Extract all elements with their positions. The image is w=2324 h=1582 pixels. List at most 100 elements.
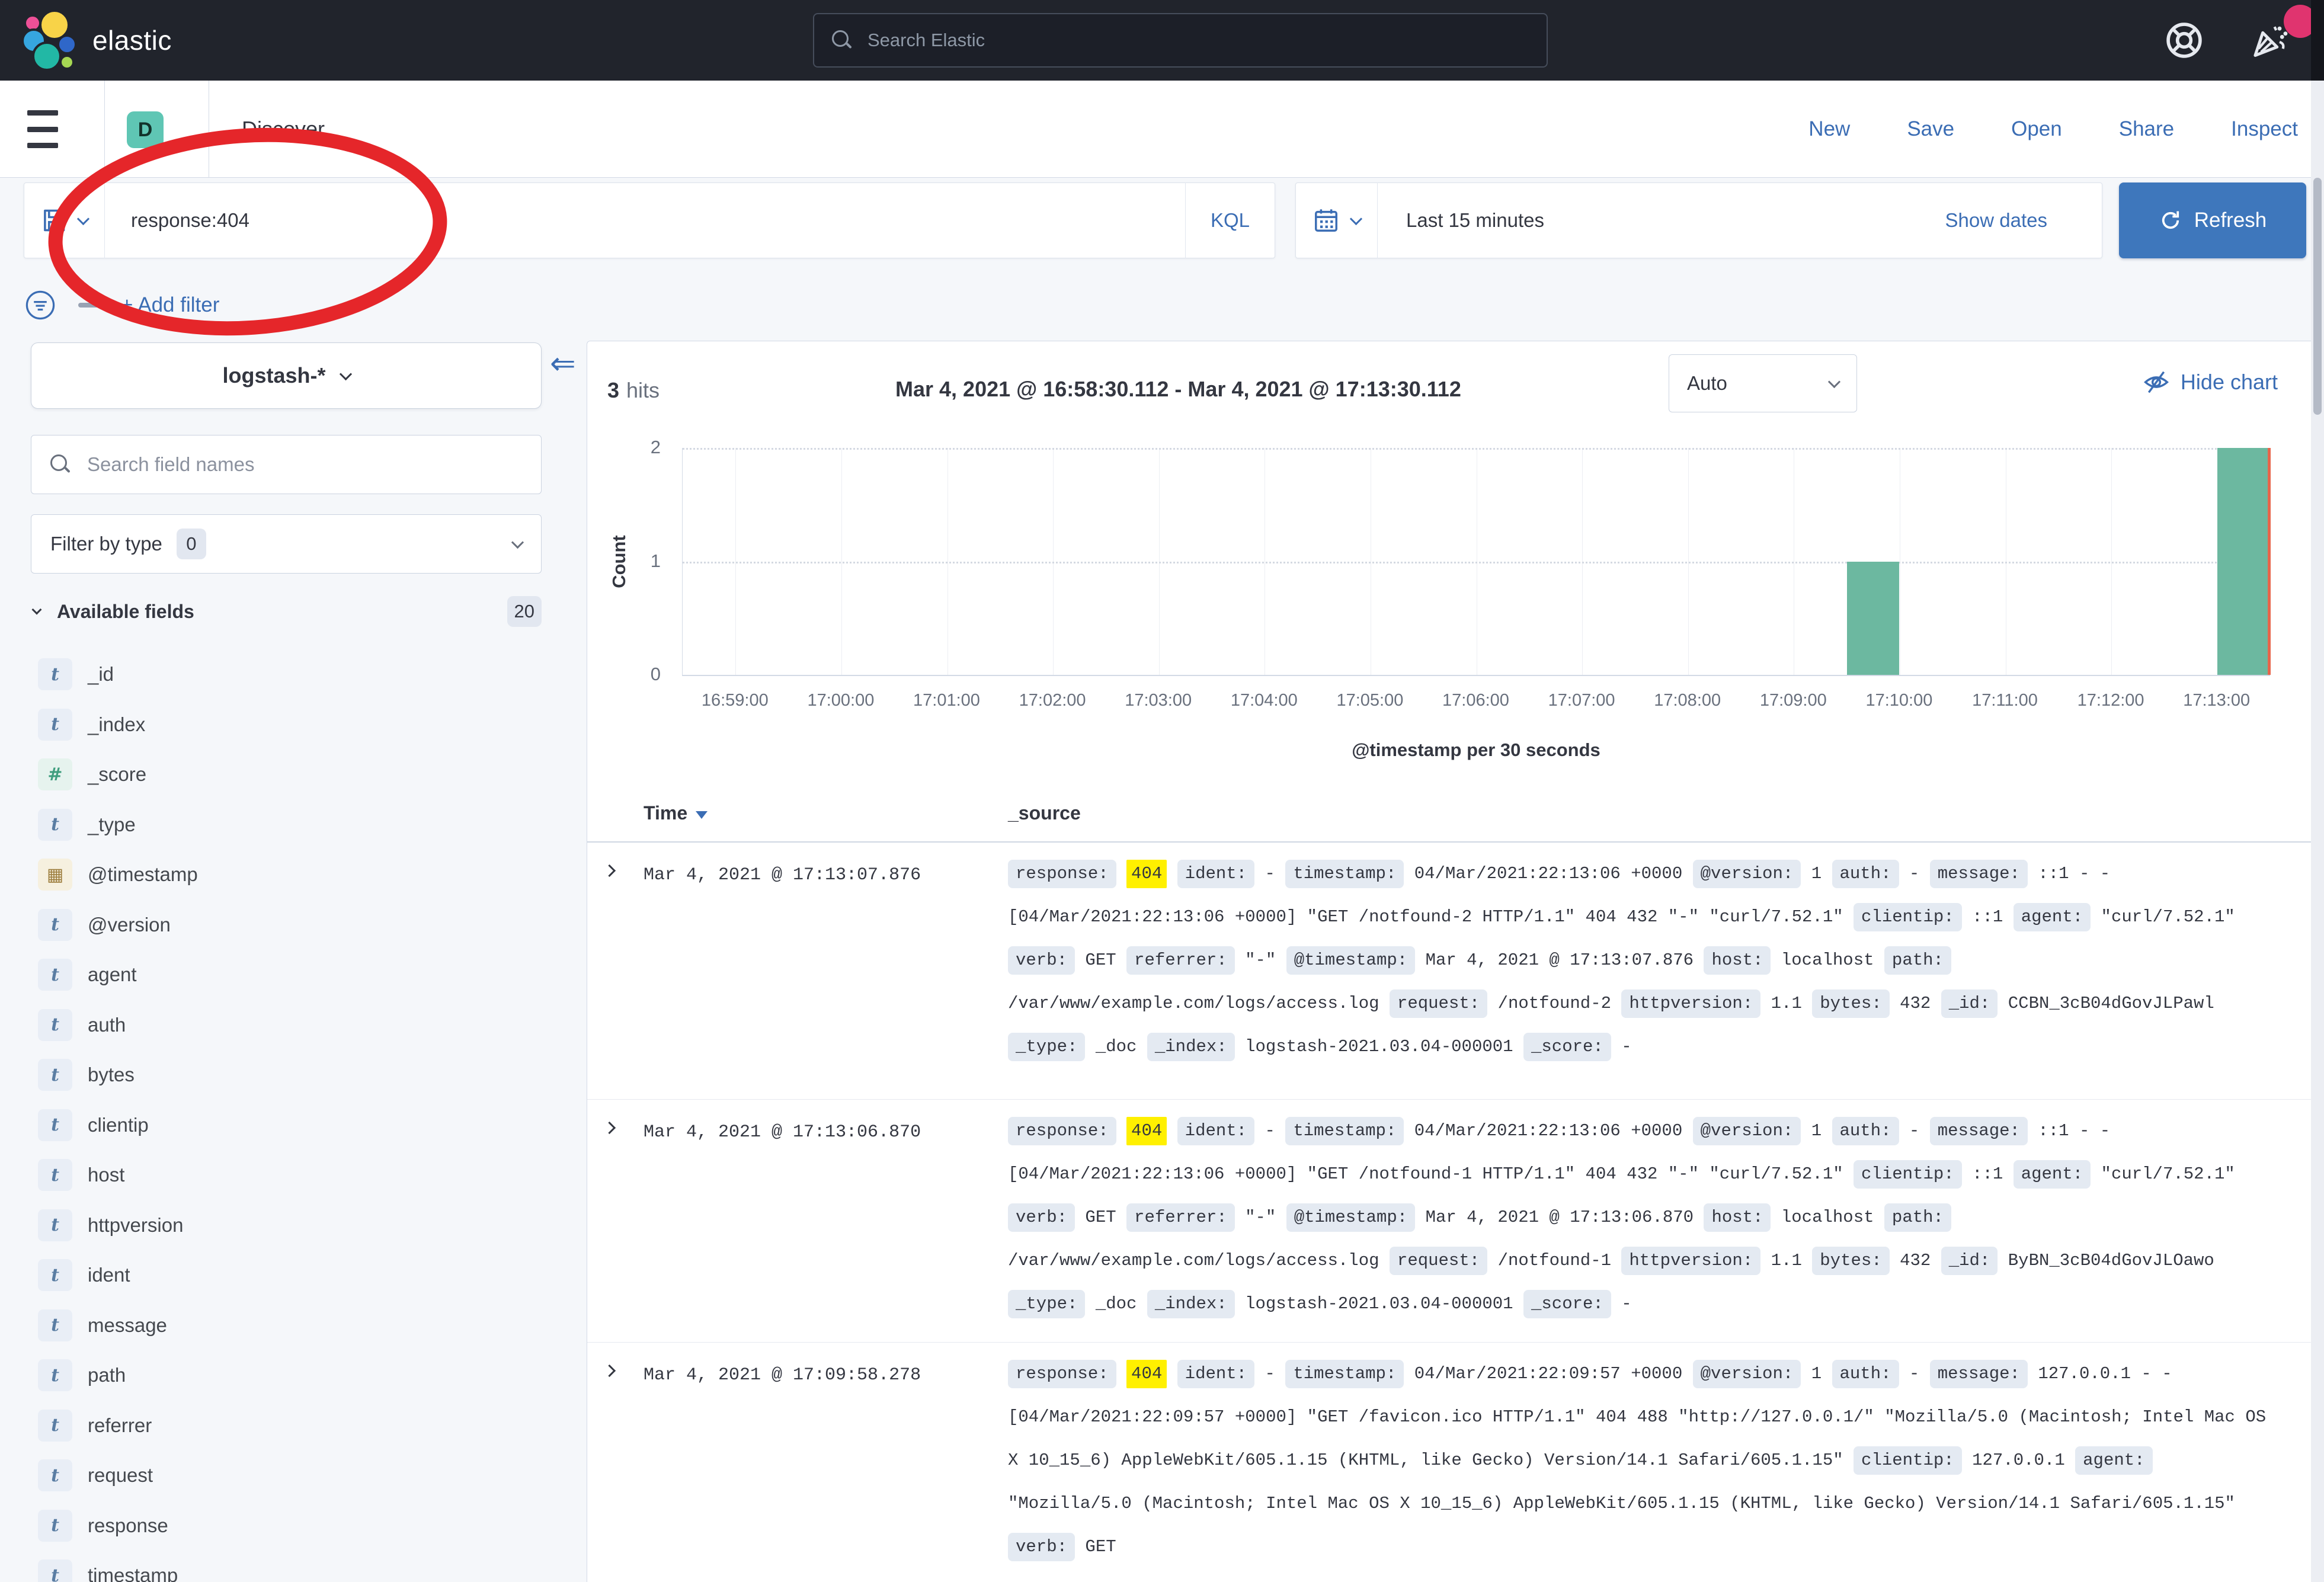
source-token: /notfound-2 — [1498, 994, 1611, 1013]
scrollbar-track-top — [2311, 0, 2324, 81]
global-search[interactable] — [813, 13, 1548, 68]
chevron-down-icon — [511, 536, 524, 548]
source-token: verb: — [1008, 1533, 1075, 1561]
source-token: _index: — [1147, 1290, 1235, 1318]
field-list-item[interactable]: t request — [0, 1450, 587, 1501]
table-row[interactable]: Mar 4, 2021 @ 17:13:07.876 response: 404… — [587, 843, 2324, 1100]
x-axis-tick-label: 17:06:00 — [1442, 691, 1509, 710]
hide-chart-button[interactable]: Hide chart — [2143, 369, 2278, 396]
histogram-bar[interactable] — [2217, 448, 2269, 675]
field-list-item[interactable]: t bytes — [0, 1050, 587, 1100]
field-list-item[interactable]: t _type — [0, 800, 587, 850]
time-range-value[interactable]: Last 15 minutes — [1378, 209, 1945, 232]
field-list-item[interactable]: t httpversion — [0, 1200, 587, 1251]
saved-query-menu[interactable] — [24, 183, 104, 258]
field-list-item[interactable]: t response — [0, 1501, 587, 1551]
chevron-down-icon — [1350, 212, 1362, 225]
hits-summary: 3hits — [607, 378, 660, 403]
date-quick-menu[interactable] — [1296, 183, 1377, 258]
x-axis-tick-label: 17:09:00 — [1760, 691, 1827, 710]
logo-blob-teal — [32, 41, 62, 71]
filter-by-type[interactable]: Filter by type 0 — [31, 514, 542, 574]
histogram-y-labels: 012 — [642, 448, 670, 676]
interval-select[interactable]: Auto — [1669, 354, 1857, 412]
field-type-icon: t — [38, 1410, 72, 1442]
newsfeed-icon[interactable] — [2249, 20, 2290, 60]
source-token: - — [1265, 864, 1275, 883]
field-type-icon: t — [38, 1459, 72, 1491]
field-name: timestamp — [88, 1564, 178, 1582]
field-search[interactable] — [31, 435, 542, 494]
table-row[interactable]: Mar 4, 2021 @ 17:09:58.278 response: 404… — [587, 1343, 2324, 1582]
table-row[interactable]: Mar 4, 2021 @ 17:13:06.870 response: 404… — [587, 1100, 2324, 1343]
source-token: 1 — [1811, 864, 1822, 883]
show-dates-button[interactable]: Show dates — [1945, 209, 2102, 232]
collapse-sidebar-icon[interactable]: ⇐ — [550, 346, 576, 382]
query-input[interactable] — [105, 209, 1185, 232]
source-token: message: — [1930, 860, 2028, 888]
field-list-item[interactable]: t path — [0, 1350, 587, 1401]
global-search-input[interactable] — [852, 29, 1547, 52]
app-badge[interactable]: D — [127, 111, 164, 148]
field-list-item[interactable]: t clientip — [0, 1100, 587, 1151]
action-link[interactable]: Inspect — [2231, 117, 2298, 141]
histogram-x-labels: 16:59:0017:00:0017:01:0017:02:0017:03:00… — [682, 691, 2270, 717]
action-link[interactable]: Share — [2119, 117, 2174, 141]
field-type-icon: t — [38, 1510, 72, 1542]
source-token: 04/Mar/2021:22:13:06 +0000 — [1414, 864, 1682, 883]
source-token: @version: — [1693, 1360, 1801, 1388]
field-list-item[interactable]: @timestamp — [0, 850, 587, 900]
discover-page: elastic D — [0, 0, 2324, 1582]
expand-row-icon[interactable] — [605, 867, 614, 878]
field-list-item[interactable]: t _index — [0, 700, 587, 750]
source-token: 404 — [1126, 1117, 1167, 1145]
source-token: Mar 4, 2021 @ 17:13:07.876 — [1426, 950, 1694, 970]
field-list-item[interactable]: t timestamp — [0, 1551, 587, 1582]
refresh-icon — [2159, 209, 2182, 232]
source-token: 432 — [1900, 1251, 1931, 1270]
field-list-item[interactable]: t message — [0, 1301, 587, 1351]
scrollbar-thumb[interactable] — [2313, 178, 2322, 415]
index-pattern-select[interactable]: logstash-* — [31, 342, 542, 409]
filter-icon[interactable] — [24, 289, 57, 322]
elastic-logo-icon[interactable] — [23, 11, 82, 70]
field-list-item[interactable]: t agent — [0, 950, 587, 1000]
y-axis-tick-label: 0 — [632, 664, 661, 685]
field-list-item[interactable]: t auth — [0, 1000, 587, 1051]
action-link[interactable]: New — [1808, 117, 1850, 141]
field-name: host — [88, 1164, 124, 1186]
field-search-input[interactable] — [71, 453, 541, 476]
histogram-bar[interactable] — [1847, 562, 1899, 675]
field-list-item[interactable]: t ident — [0, 1250, 587, 1301]
query-language-button[interactable]: KQL — [1186, 183, 1275, 258]
available-fields-header[interactable]: Available fields 20 — [33, 593, 542, 630]
field-list-item[interactable]: t host — [0, 1150, 587, 1200]
time-column-header[interactable]: Time — [644, 802, 708, 824]
source-token: GET — [1085, 1537, 1116, 1557]
expand-row-icon[interactable] — [605, 1368, 614, 1378]
source-token: 1.1 — [1771, 994, 1802, 1013]
x-axis-tick-label: 17:05:00 — [1336, 691, 1403, 710]
field-list-item[interactable]: t referrer — [0, 1401, 587, 1451]
menu-icon[interactable] — [27, 110, 58, 148]
add-filter-button[interactable]: + Add filter — [121, 293, 219, 317]
action-link[interactable]: Save — [1907, 117, 1954, 141]
app-actions: New Save Open Share Inspect — [1808, 81, 2298, 178]
index-pattern-label: logstash-* — [222, 363, 325, 388]
query-bar[interactable]: KQL — [24, 182, 1275, 258]
field-type-icon: t — [38, 1259, 72, 1291]
field-list-item[interactable]: # _score — [0, 750, 587, 800]
source-token: referrer: — [1126, 1203, 1235, 1232]
source-token: GET — [1085, 950, 1116, 970]
histogram-plot[interactable] — [682, 448, 2270, 676]
field-list-item[interactable]: t @version — [0, 900, 587, 950]
source-token: auth: — [1832, 1117, 1899, 1145]
x-axis-tick-label: 17:04:00 — [1231, 691, 1298, 710]
refresh-button[interactable]: Refresh — [2119, 182, 2306, 258]
field-list-item[interactable]: t _id — [0, 649, 587, 700]
help-icon[interactable] — [2164, 20, 2204, 60]
expand-row-icon[interactable] — [605, 1125, 614, 1135]
date-picker[interactable]: Last 15 minutes Show dates — [1295, 182, 2102, 258]
action-link[interactable]: Open — [2011, 117, 2062, 141]
source-token: bytes: — [1812, 1247, 1889, 1275]
